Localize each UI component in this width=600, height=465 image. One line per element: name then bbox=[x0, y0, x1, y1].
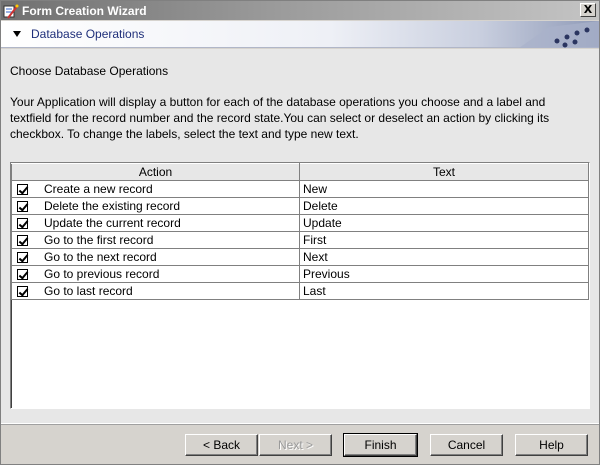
text-cell[interactable]: New bbox=[299, 180, 589, 198]
table-row: Go to the next record Next bbox=[11, 248, 589, 266]
action-label: Go to previous record bbox=[44, 267, 160, 281]
table-row: Update the current record Update bbox=[11, 214, 589, 232]
step-title: Database Operations bbox=[31, 27, 145, 41]
action-cell: Create a new record bbox=[11, 180, 300, 198]
action-cell: Go to the first record bbox=[11, 231, 300, 249]
action-checkbox[interactable] bbox=[17, 200, 28, 212]
column-header-text[interactable]: Text bbox=[299, 163, 589, 181]
table-header-row: Action Text bbox=[11, 163, 589, 181]
text-cell[interactable]: Next bbox=[299, 248, 589, 266]
expand-arrow-icon bbox=[13, 31, 21, 37]
action-label: Go to the first record bbox=[44, 233, 154, 247]
text-cell[interactable]: Update bbox=[299, 214, 589, 232]
action-checkbox[interactable] bbox=[17, 268, 28, 280]
column-header-action[interactable]: Action bbox=[11, 163, 300, 181]
instructions-text: Your Application will display a button f… bbox=[10, 95, 550, 141]
help-button[interactable]: Help bbox=[515, 434, 588, 456]
action-cell: Go to last record bbox=[11, 282, 300, 300]
action-cell: Update the current record bbox=[11, 214, 300, 232]
action-checkbox[interactable] bbox=[17, 285, 28, 297]
table-row: Create a new record New bbox=[11, 180, 589, 198]
title-bar: Form Creation Wizard X bbox=[1, 1, 599, 20]
action-label: Create a new record bbox=[44, 182, 153, 196]
action-checkbox[interactable] bbox=[17, 217, 28, 229]
text-cell[interactable]: First bbox=[299, 231, 589, 249]
close-button[interactable]: X bbox=[580, 3, 596, 17]
finish-button[interactable]: Finish bbox=[343, 433, 418, 457]
footer-divider bbox=[1, 424, 599, 425]
next-button[interactable]: Next > bbox=[259, 434, 332, 456]
wizard-app-icon bbox=[3, 3, 19, 19]
table-row: Go to previous record Previous bbox=[11, 265, 589, 283]
table-row: Delete the existing record Delete bbox=[11, 197, 589, 215]
text-cell[interactable]: Last bbox=[299, 282, 589, 300]
cancel-button[interactable]: Cancel bbox=[430, 434, 503, 456]
text-cell[interactable]: Previous bbox=[299, 265, 589, 283]
action-cell: Go to previous record bbox=[11, 265, 300, 283]
action-label: Go to the next record bbox=[44, 250, 157, 264]
action-label: Update the current record bbox=[44, 216, 181, 230]
action-cell: Go to the next record bbox=[11, 248, 300, 266]
wizard-step-banner: Database Operations bbox=[1, 21, 599, 48]
window-title: Form Creation Wizard bbox=[22, 3, 147, 18]
text-cell[interactable]: Delete bbox=[299, 197, 589, 215]
action-cell: Delete the existing record bbox=[11, 197, 300, 215]
action-label: Go to last record bbox=[44, 284, 133, 298]
button-bar: < Back Next > Finish Cancel Help bbox=[1, 423, 599, 464]
operations-table: Action Text Create a new record New Dele… bbox=[10, 162, 590, 409]
wizard-window: Form Creation Wizard X Database Operatio… bbox=[0, 0, 600, 465]
action-checkbox[interactable] bbox=[17, 251, 28, 263]
action-checkbox[interactable] bbox=[17, 183, 28, 195]
action-label: Delete the existing record bbox=[44, 199, 181, 213]
back-button[interactable]: < Back bbox=[185, 434, 258, 456]
section-heading: Choose Database Operations bbox=[10, 64, 169, 78]
table-row: Go to the first record First bbox=[11, 231, 589, 249]
content-panel: Choose Database Operations Your Applicat… bbox=[1, 49, 599, 423]
table-row: Go to last record Last bbox=[11, 282, 589, 300]
keyboard-decoration-icon bbox=[519, 21, 599, 48]
action-checkbox[interactable] bbox=[17, 234, 28, 246]
